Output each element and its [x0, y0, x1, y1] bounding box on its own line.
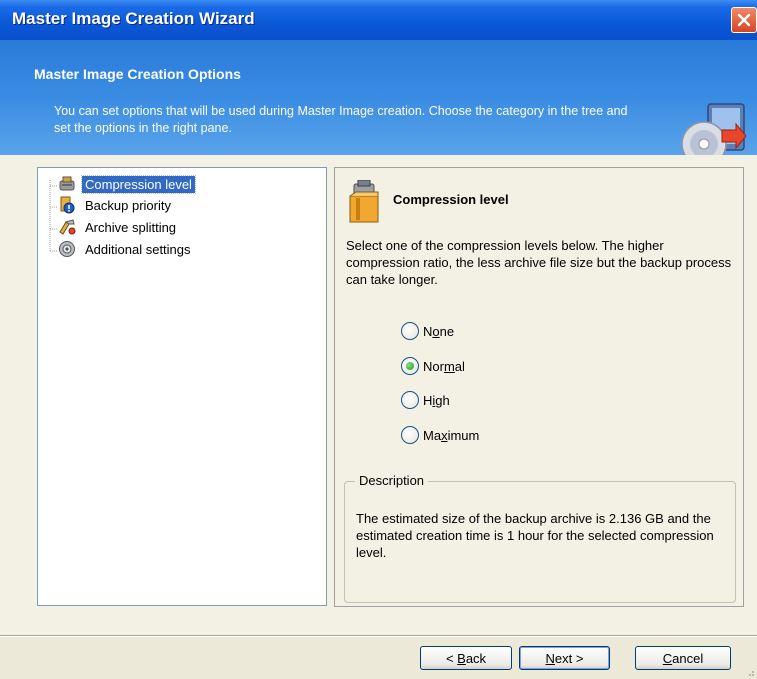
tree-item-backup-priority[interactable]: Backup priority	[58, 195, 174, 215]
description-text: The estimated size of the backup archive…	[356, 511, 714, 560]
description-label: Description	[355, 473, 429, 488]
radio-button[interactable]	[401, 322, 419, 340]
wizard-header: Master Image Creation Options You can se…	[0, 40, 757, 167]
compression-icon	[59, 176, 75, 191]
close-button[interactable]	[731, 7, 757, 33]
window-title: Master Image Creation Wizard	[12, 9, 255, 28]
radio-label-high: High	[423, 392, 450, 408]
radio-maximum[interactable]: Maximum	[401, 424, 479, 446]
settings-icon	[59, 241, 75, 257]
next-button[interactable]: Next >	[519, 646, 610, 670]
radio-normal[interactable]: Normal	[401, 355, 465, 377]
wizard-window: Master Image Creation Wizard Master Imag…	[0, 0, 757, 679]
radio-label-maximum: Maximum	[423, 427, 480, 443]
close-icon	[737, 13, 751, 27]
back-button[interactable]: < Back	[420, 646, 512, 670]
radio-button[interactable]	[401, 391, 419, 409]
priority-icon	[60, 196, 75, 214]
back-button-label: < Back	[445, 650, 487, 666]
next-button-label: Next >	[545, 650, 584, 666]
description-groupbox: Description The estimated size of the ba…	[344, 473, 736, 603]
tree-item-archive-splitting[interactable]: Archive splitting	[58, 217, 179, 237]
radio-none[interactable]: None	[401, 320, 454, 342]
panel-title: Compression level	[393, 192, 509, 207]
footer-separator-highlight	[0, 636, 757, 637]
radio-label-normal: Normal	[423, 358, 465, 374]
radio-button[interactable]	[401, 357, 419, 375]
options-tree[interactable]: Compression level Backup priority Archiv…	[37, 167, 327, 606]
compression-large-icon	[349, 180, 379, 223]
title-bar[interactable]: Master Image Creation Wizard	[0, 0, 757, 40]
radio-button[interactable]	[401, 426, 419, 444]
header-title: Master Image Creation Options	[34, 66, 241, 82]
header-description: You can set options that will be used du…	[54, 104, 628, 135]
tree-item-compression-level[interactable]: Compression level	[58, 174, 196, 194]
splitting-icon	[59, 219, 76, 235]
tree-item-additional-settings[interactable]: Additional settings	[58, 239, 194, 259]
cancel-button[interactable]: Cancel	[635, 646, 731, 670]
radio-high[interactable]: High	[401, 389, 450, 411]
tree-item-label: Backup priority	[85, 197, 171, 213]
radio-checked-dot	[406, 362, 414, 370]
panel-instructions: Select one of the compression levels bel…	[346, 238, 732, 287]
tree-item-label: Compression level	[81, 174, 196, 194]
tree-item-label: Archive splitting	[85, 219, 177, 235]
options-panel: Compression level Select one of the comp…	[334, 167, 744, 607]
tree-item-label: Additional settings	[85, 241, 191, 257]
radio-label-none: None	[423, 323, 455, 339]
cancel-button-label: Cancel	[662, 650, 704, 666]
resize-grip-icon[interactable]	[745, 667, 755, 677]
